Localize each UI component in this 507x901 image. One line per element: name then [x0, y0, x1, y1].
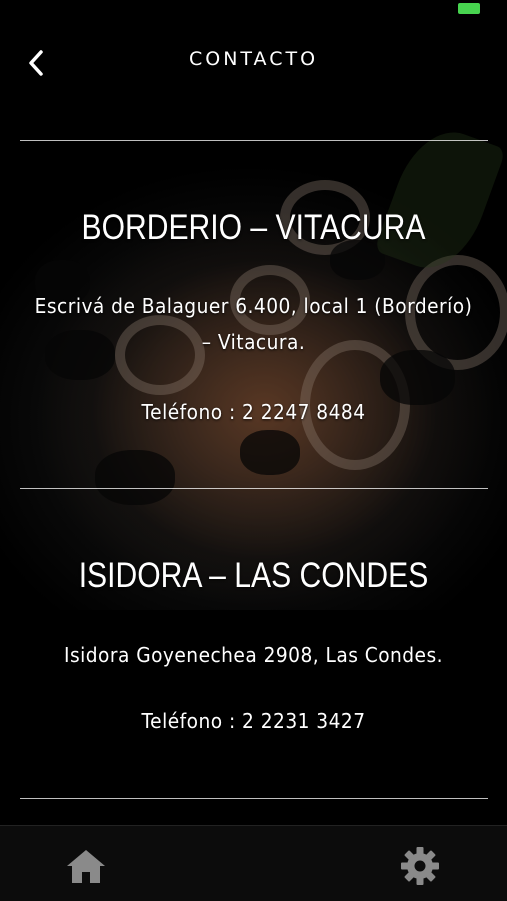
- branch-name-las-condes: ISIDORA – LAS CONDES: [78, 556, 429, 595]
- branch-phone-vitacura[interactable]: Teléfono : 2 2247 8484: [18, 394, 490, 430]
- home-icon: [67, 850, 105, 883]
- divider: [20, 140, 488, 141]
- branch-phone-las-condes[interactable]: Teléfono : 2 2231 3427: [18, 703, 490, 739]
- divider: [20, 798, 488, 799]
- branch-name-vitacura: BORDERIO – VITACURA: [81, 208, 426, 247]
- gear-icon: [401, 847, 439, 885]
- tab-home[interactable]: [66, 846, 106, 886]
- tab-settings[interactable]: [400, 846, 440, 886]
- divider: [20, 488, 488, 489]
- page-title: CONTACTO: [188, 48, 319, 70]
- branch-address-vitacura: Escrivá de Balaguer 6.400, local 1 (Bord…: [18, 288, 490, 360]
- background-overlay: [0, 0, 507, 900]
- address-line-1: Escrivá de Balaguer 6.400, local 1 (Bord…: [34, 294, 473, 318]
- battery-indicator: [458, 3, 480, 14]
- address-line-2: – Vitacura.: [201, 330, 306, 354]
- branch-address-las-condes: Isidora Goyenechea 2908, Las Condes.: [63, 643, 444, 667]
- tab-bar: [0, 825, 507, 901]
